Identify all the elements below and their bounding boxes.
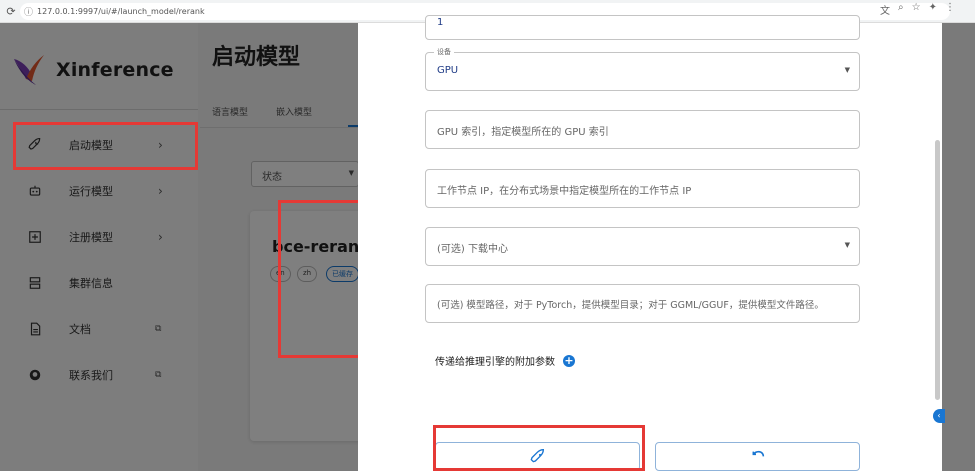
device-value: GPU bbox=[437, 65, 459, 76]
gpu-index-input[interactable]: GPU 索引，指定模型所在的 GPU 索引 bbox=[425, 110, 860, 149]
translate-icon[interactable]: 文 bbox=[880, 2, 890, 17]
gpu-index-placeholder: GPU 索引，指定模型所在的 GPU 索引 bbox=[437, 127, 609, 138]
chevron-down-icon: ▼ bbox=[844, 241, 850, 249]
highlight-box-launch-model bbox=[13, 122, 198, 170]
device-select[interactable]: 设备 GPU ▼ bbox=[425, 47, 860, 91]
star-icon[interactable]: ☆ bbox=[912, 2, 921, 17]
download-hub-placeholder: (可选) 下载中心 bbox=[437, 244, 508, 255]
launch-drawer: 1 设备 GPU ▼ GPU 索引，指定模型所在的 GPU 索引 工作节点 IP… bbox=[358, 15, 942, 471]
highlight-box-launch-button bbox=[433, 425, 645, 471]
zoom-icon[interactable]: ⌕ bbox=[898, 2, 904, 17]
extra-params-label: 传递给推理引擎的附加参数 bbox=[435, 357, 555, 368]
site-info-icon[interactable]: ⓘ bbox=[24, 5, 33, 18]
browser-actions: 文 ⌕ ☆ ✦ ⋮ bbox=[880, 2, 955, 17]
worker-ip-input[interactable]: 工作节点 IP，在分布式场景中指定模型所在的工作节点 IP bbox=[425, 169, 860, 208]
extensions-icon[interactable]: ✦ bbox=[929, 2, 937, 17]
url-text: 127.0.0.1:9997/ui/#/launch_model/rerank bbox=[37, 7, 205, 16]
replica-field[interactable]: 1 bbox=[425, 15, 860, 40]
chevron-down-icon: ▼ bbox=[844, 66, 850, 74]
reset-button[interactable] bbox=[655, 442, 860, 471]
worker-ip-placeholder: 工作节点 IP，在分布式场景中指定模型所在的工作节点 IP bbox=[437, 186, 692, 197]
model-path-placeholder: (可选) 模型路径，对于 PyTorch，提供模型目录；对于 GGML/GGUF… bbox=[437, 300, 824, 311]
drawer-scrollbar-thumb[interactable] bbox=[935, 140, 940, 400]
undo-icon bbox=[752, 450, 764, 456]
model-path-input[interactable]: (可选) 模型路径，对于 PyTorch，提供模型目录；对于 GGML/GGUF… bbox=[425, 284, 860, 323]
add-circle-icon[interactable]: + bbox=[563, 354, 575, 367]
reload-icon[interactable]: ⟳ bbox=[2, 2, 20, 20]
extra-params-row: 传递给推理引擎的附加参数 + bbox=[435, 353, 575, 368]
drawer-collapse-icon[interactable]: ‹ bbox=[933, 409, 945, 423]
replica-value: 1 bbox=[437, 17, 444, 28]
download-hub-select[interactable]: (可选) 下载中心 ▼ bbox=[425, 227, 860, 266]
menu-icon[interactable]: ⋮ bbox=[945, 2, 955, 17]
device-legend: 设备 bbox=[434, 47, 454, 57]
